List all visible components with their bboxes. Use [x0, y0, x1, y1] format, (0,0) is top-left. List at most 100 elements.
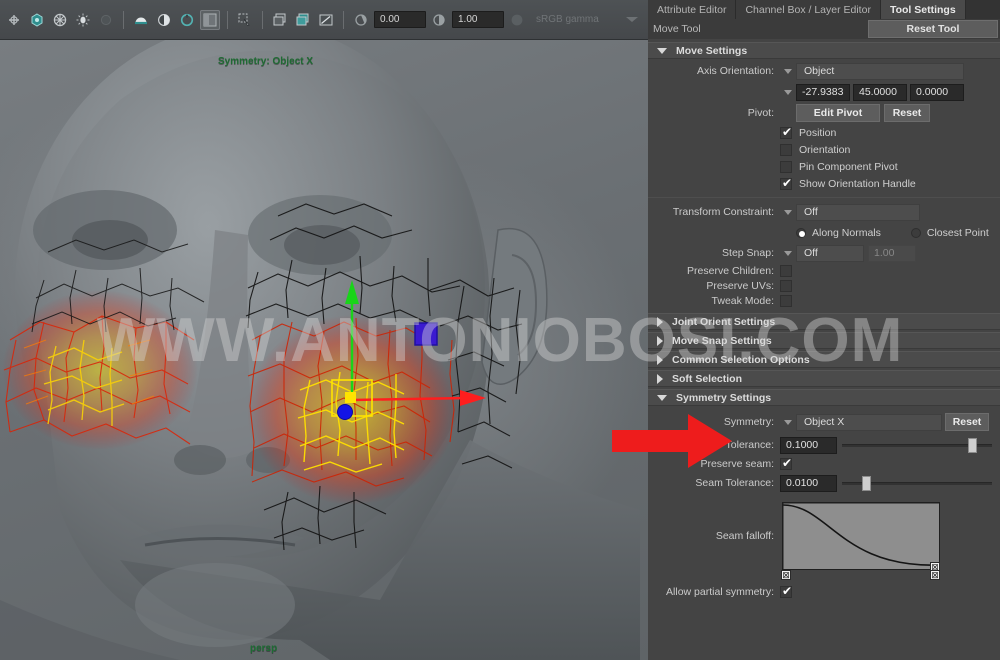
red-annotation-arrow [612, 414, 732, 468]
preserve-uvs-row: Preserve UVs: [648, 279, 1000, 293]
falloff-key-left[interactable]: ⊠ [781, 570, 791, 580]
step-snap-menu-icon[interactable] [780, 250, 796, 256]
along-normals-radio[interactable] [796, 227, 806, 238]
position-label: Position [799, 127, 837, 139]
transform-constraint-label: Transform Constraint: [672, 206, 774, 218]
closest-point-label: Closest Point [926, 226, 989, 239]
axis-value-x[interactable]: -27.9383 [796, 83, 850, 101]
seam-tolerance-field[interactable]: 0.0100 [780, 474, 837, 492]
allow-partial-symmetry-label: Allow partial symmetry: [666, 586, 774, 598]
common-selection-options-title: Common Selection Options [672, 353, 810, 366]
hypershade-icon[interactable] [200, 9, 220, 30]
color-profile-value: sRGB gamma [536, 14, 599, 25]
preserve-uvs-label: Preserve UVs: [706, 280, 774, 292]
joint-orient-settings-frame[interactable]: Joint Orient Settings [648, 313, 1000, 330]
position-checkbox[interactable] [780, 125, 793, 139]
axis-values-menu-icon[interactable] [780, 89, 796, 95]
tolerance-slider[interactable] [842, 438, 994, 453]
show-orientation-handle-label: Show Orientation Handle [799, 178, 916, 190]
orientation-checkbox-row: Orientation [648, 142, 1000, 158]
snap-to-grid-icon[interactable] [4, 10, 24, 30]
symmetry-value[interactable]: Object X [796, 413, 942, 431]
seam-tolerance-slider-knob[interactable] [862, 476, 872, 491]
tool-header-bar: Move Tool Reset Tool [648, 19, 1000, 39]
snap-to-point-icon[interactable] [50, 10, 70, 30]
axis-orientation-menu-icon[interactable] [780, 68, 796, 74]
seam-tolerance-slider[interactable] [842, 476, 994, 491]
select-by-component-icon[interactable] [235, 10, 255, 30]
open-render-view-icon[interactable] [270, 10, 290, 30]
falloff-key-right[interactable]: ⊠ [930, 570, 940, 580]
exposure-icon[interactable] [351, 10, 371, 30]
gamma-icon[interactable] [429, 10, 449, 30]
step-snap-value[interactable]: Off [796, 244, 864, 262]
tab-attribute-editor[interactable]: Attribute Editor [648, 0, 737, 19]
display-layer-icon[interactable] [293, 10, 313, 30]
transform-constraint-row: Transform Constraint: Off [648, 203, 1000, 221]
triangle-right-icon [657, 316, 663, 327]
axis-value-y[interactable]: 45.0000 [853, 83, 907, 101]
chevron-down-icon [626, 16, 638, 22]
toolbar-separator [227, 10, 228, 29]
triangle-down-icon [657, 47, 667, 54]
seam-tolerance-row: Seam Tolerance: 0.0100 [648, 474, 1000, 492]
seam-falloff-label: Seam falloff: [715, 530, 774, 542]
pivot-reset-button[interactable]: Reset [884, 104, 930, 122]
transform-constraint-menu-icon[interactable] [780, 209, 796, 215]
perspective-viewport[interactable]: Symmetry: Object X persp [0, 40, 648, 660]
symmetry-menu-icon[interactable] [780, 419, 796, 425]
transform-constraint-value[interactable]: Off [796, 203, 920, 221]
seam-falloff-graph[interactable] [782, 502, 940, 570]
gamma-field[interactable]: 1.00 [452, 11, 504, 28]
axis-orientation-label: Axis Orientation: [696, 65, 774, 77]
exposure-field[interactable]: 0.00 [374, 11, 426, 28]
orientation-checkbox[interactable] [780, 144, 792, 156]
tolerance-field[interactable]: 0.1000 [780, 436, 837, 454]
preserve-uvs-checkbox[interactable] [780, 280, 792, 292]
tab-channel-box-layer-editor[interactable]: Channel Box / Layer Editor [736, 0, 881, 19]
render-current-frame-icon[interactable] [131, 10, 151, 30]
viewport-camera-label: persp [250, 643, 278, 654]
snap-to-projected-center-icon[interactable] [73, 10, 93, 30]
triangle-right-icon [657, 354, 663, 365]
move-settings-frame-header[interactable]: Move Settings [648, 42, 1000, 59]
tolerance-slider-knob[interactable] [967, 438, 977, 453]
axis-values-row: -27.9383 45.0000 0.0000 [648, 83, 1000, 101]
reset-tool-button[interactable]: Reset Tool [868, 20, 998, 38]
color-profile-dropdown[interactable]: sRGB gamma [530, 11, 644, 29]
allow-partial-symmetry-checkbox[interactable] [780, 584, 793, 598]
preserve-children-row: Preserve Children: [648, 264, 1000, 278]
common-selection-options-frame[interactable]: Common Selection Options [648, 351, 1000, 368]
pin-component-pivot-label: Pin Component Pivot [799, 161, 898, 173]
ipr-render-icon[interactable] [154, 10, 174, 30]
seam-falloff-graph-wrap[interactable]: ⊠ ⊠ ⊠ [781, 502, 940, 580]
color-management-icon [507, 10, 527, 30]
show-orientation-handle-checkbox[interactable] [780, 176, 793, 190]
step-snap-amount[interactable]: 1.00 [868, 244, 916, 262]
symmetry-reset-button[interactable]: Reset [945, 413, 989, 431]
section-divider [648, 197, 1000, 198]
preserve-seam-checkbox[interactable] [780, 456, 793, 470]
symmetry-settings-frame-header[interactable]: Symmetry Settings [648, 389, 1000, 406]
soft-selection-title: Soft Selection [672, 372, 743, 385]
pin-component-pivot-row: Pin Component Pivot [648, 159, 1000, 175]
pin-component-pivot-checkbox[interactable] [780, 161, 792, 173]
tab-tool-settings[interactable]: Tool Settings [880, 0, 966, 19]
edit-pivot-button[interactable]: Edit Pivot [796, 104, 880, 122]
axis-orientation-value[interactable]: Object [796, 62, 964, 80]
soft-selection-frame[interactable]: Soft Selection [648, 370, 1000, 387]
tweak-mode-label: Tweak Mode: [711, 295, 774, 307]
closest-point-radio[interactable] [910, 227, 921, 238]
triangle-right-icon [657, 373, 663, 384]
image-plane-icon[interactable] [316, 10, 336, 30]
move-snap-settings-frame[interactable]: Move Snap Settings [648, 332, 1000, 349]
axis-value-z[interactable]: 0.0000 [910, 83, 964, 101]
render-settings-icon[interactable] [177, 10, 197, 30]
active-tool-name: Move Tool [653, 23, 701, 35]
joint-orient-settings-title: Joint Orient Settings [672, 315, 776, 328]
make-live-icon [96, 10, 116, 30]
snap-to-curve-icon[interactable] [27, 10, 47, 30]
preserve-children-checkbox[interactable] [780, 265, 792, 277]
tweak-mode-checkbox[interactable] [780, 295, 792, 307]
tool-settings-body: Move Settings Axis Orientation: Object -… [648, 39, 1000, 660]
